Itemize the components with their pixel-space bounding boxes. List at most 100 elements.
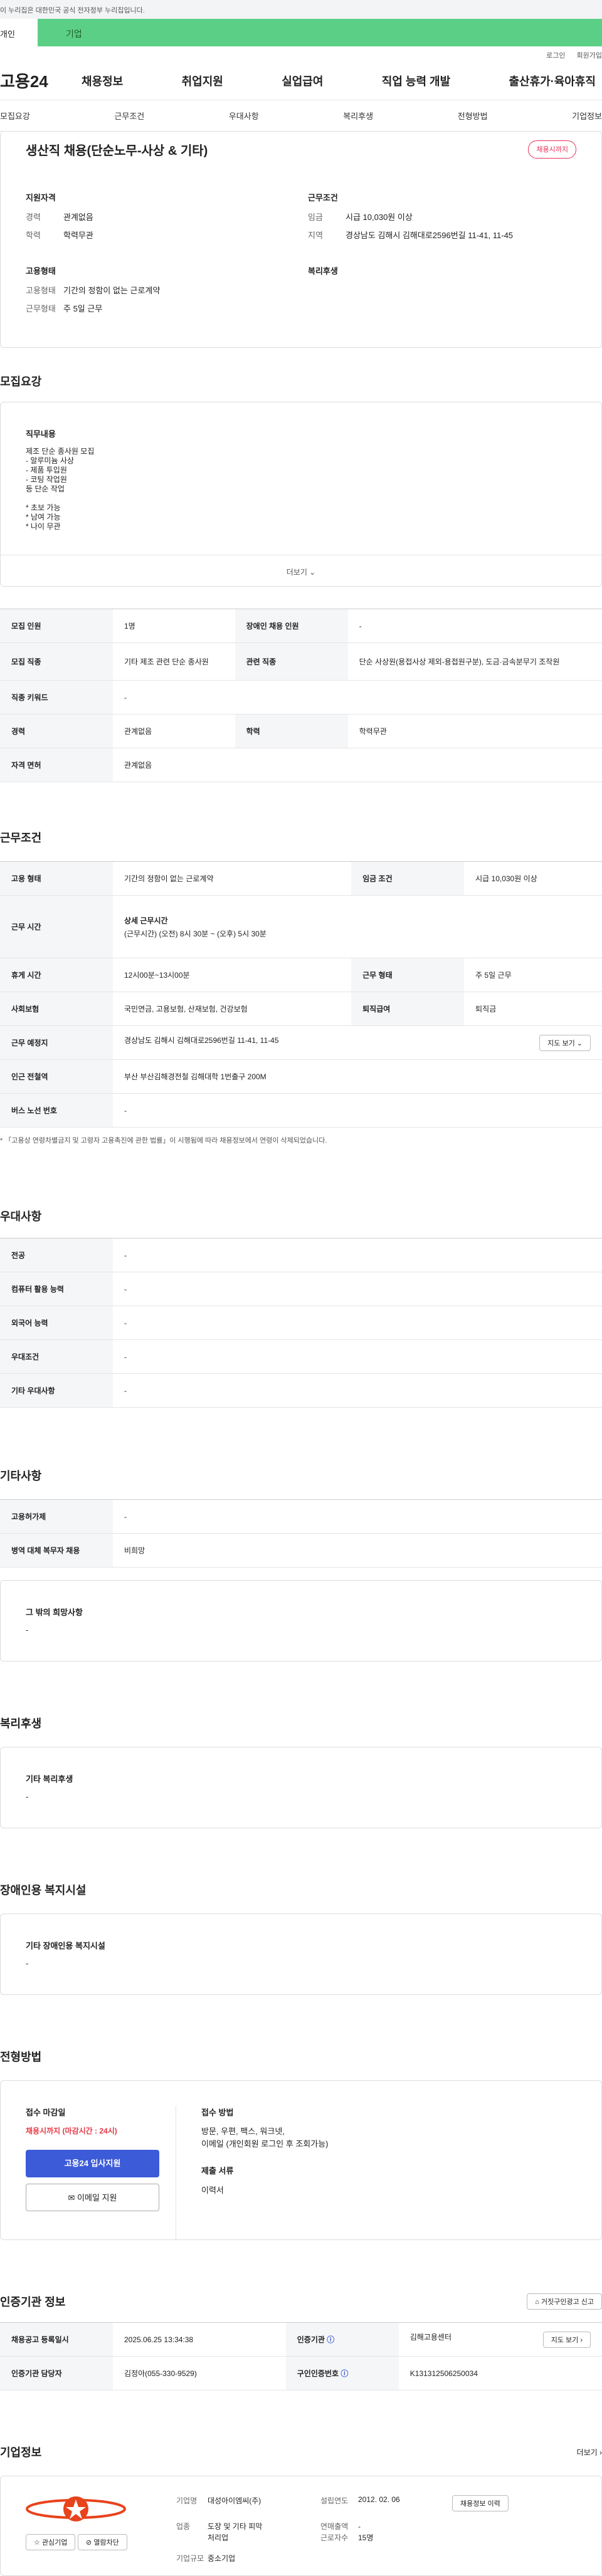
favorite-company-button[interactable]: ☆ 관심기업	[26, 2534, 76, 2550]
company-heading: 기업정보	[0, 2446, 42, 2459]
info-icon[interactable]: ⓘ	[341, 2369, 348, 2378]
process-heading: 전형방법	[0, 2051, 42, 2063]
table-row: 고용허가제 -	[0, 1499, 602, 1534]
process-card: 접수 마감일 채용시까지 (마감시간 : 24시) 고용24 입사지원 ✉ 이메…	[0, 2080, 602, 2240]
welfare-box: 기타 복리후생 -	[0, 1747, 602, 1828]
table-cell: -	[113, 1373, 602, 1408]
docs-value: 이력서	[201, 2186, 224, 2195]
duty-line: * 나이 무관	[26, 522, 61, 531]
wage-label: 임금	[308, 212, 323, 222]
edu-label: 학력	[26, 231, 41, 240]
size-label: 기업규모	[176, 2554, 204, 2563]
tab-pref[interactable]: 우대사항	[229, 110, 259, 122]
table-header-cell: 고용 형태	[0, 861, 113, 896]
tab-personal[interactable]: 개인	[0, 19, 38, 46]
table-cell: 시급 10,030원 이상	[464, 861, 602, 896]
etc-box-title: 그 밖의 희망사항	[26, 1608, 83, 1617]
condition-heading: 근무조건	[0, 832, 42, 844]
duty-card: 직무내용 제조 단순 종사원 모집 - 알루미늄 사상 - 제품 투입원 - 코…	[0, 402, 602, 587]
recruit-table: 모집 인원 1명 장애인 채용 인원 - 모집 직종 기타 제조 관련 단순 종사원 관련…	[0, 609, 602, 782]
industry-value-2: 처리업	[208, 2533, 229, 2542]
table-cell: 학력무관	[347, 714, 602, 748]
emp-title: 고용형태	[26, 266, 56, 276]
chevron-right-icon: ›	[580, 2336, 583, 2344]
map-button[interactable]: 지도 보기 ⌄	[539, 1034, 591, 1051]
etc-box: 그 밖의 희망사항 -	[0, 1580, 602, 1662]
founded-value: 2012. 02. 06	[358, 2495, 400, 2504]
table-cell: 국민연금, 고용보험, 산재보험, 건강보험	[113, 992, 352, 1026]
table-header-cell: 자격 면허	[0, 748, 113, 782]
table-header-cell: 관련 직종	[235, 642, 348, 681]
duty-title: 직무내용	[26, 429, 56, 439]
tab-company[interactable]: 기업정보	[572, 110, 602, 122]
chevron-down-icon: ⌄	[576, 1039, 583, 1047]
tab-business[interactable]: 기업	[38, 19, 602, 46]
age-note: * 「고용상 연령차별금지 및 고령자 고용촉진에 관한 법률」이 시행됨에 따…	[0, 1137, 327, 1144]
block-view-button[interactable]: ⊘ 열람차단	[78, 2534, 127, 2550]
welfare-box-value: -	[26, 1792, 29, 1801]
info-icon[interactable]: ⓘ	[327, 2335, 334, 2344]
tab-condition[interactable]: 근무조건	[114, 110, 144, 122]
table-header-cell: 퇴직급여	[351, 992, 465, 1026]
industry-label: 업종	[176, 2522, 191, 2531]
table-row: 사회보험 국민연금, 고용보험, 산재보험, 건강보험 퇴직급여 퇴직금	[0, 992, 602, 1026]
more-button[interactable]: 더보기 ⌄	[1, 555, 601, 586]
email-apply-button[interactable]: ✉ 이메일 지원	[26, 2184, 159, 2211]
company-more-link[interactable]: 더보기 ›	[577, 2447, 602, 2458]
table-header-cell: 채용공고 등록일시	[0, 2322, 113, 2357]
etc-heading: 기타사항	[0, 1470, 42, 1482]
table-cell: -	[113, 1339, 602, 1374]
table-cell: 비희망	[113, 1533, 602, 1568]
company-logo	[26, 2492, 126, 2526]
login-link[interactable]: 로그인	[546, 52, 565, 60]
report-button[interactable]: ⌂ 거짓구인광고 신고	[527, 2293, 602, 2310]
gnb-unemployment[interactable]: 실업급여	[282, 73, 323, 89]
gnb-training[interactable]: 직업 능력 개발	[382, 73, 450, 89]
table-cell: 퇴직금	[464, 992, 602, 1026]
table-cell: 상세 근무시간 (근무시간) (오전) 8시 30분 ~ (오후) 5시 30분	[113, 895, 602, 958]
pref-table: 전공 - 컴퓨터 활용 능력 - 외국어 능력 - 우대조건 - 기타 우대사항 -	[0, 1238, 602, 1408]
disabled-box: 기타 장애인용 복지시설 -	[0, 1914, 602, 1995]
table-row: 채용공고 등록일시 2025.06.25 13:34:38 인증기관 ⓘ 김해고용센터…	[0, 2322, 602, 2357]
employees-value: 15명	[358, 2533, 374, 2542]
table-row: 모집 직종 기타 제조 관련 단순 종사원 관련 직종 단순 사상원(용접사상 제외-…	[0, 642, 602, 681]
table-header-cell: 휴게 시간	[0, 958, 113, 992]
gnb-employment-support[interactable]: 취업지원	[182, 73, 223, 89]
table-row: 근무 시간 상세 근무시간 (근무시간) (오전) 8시 30분 ~ (오후) 5시…	[0, 895, 602, 958]
tab-recruit[interactable]: 모집요강	[0, 110, 30, 122]
agency-value: 김해고용센터	[409, 2332, 452, 2342]
deadline-value: 채용시까지 (마감시간 : 24시)	[26, 2127, 117, 2135]
apply-button[interactable]: 고용24 입사지원	[26, 2150, 159, 2177]
table-row: 인근 전철역 부산 부산김해경전철 김해대학 1번출구 200M	[0, 1059, 602, 1094]
chevron-down-icon: ⌄	[309, 568, 316, 577]
gnb-leave[interactable]: 출산휴가·육아휴직	[509, 73, 596, 89]
history-button[interactable]: 채용정보 이력	[452, 2495, 509, 2511]
signup-link[interactable]: 회원가입	[577, 52, 602, 60]
founded-label: 설립연도	[320, 2496, 349, 2505]
sales-label: 연매출액	[320, 2522, 349, 2531]
table-header-cell: 임금 조건	[351, 861, 465, 896]
summary-card: 생산직 채용(단순노무-사상 & 기타) 채용시까지 지원자격 경력 관계없음 학…	[0, 132, 602, 348]
tab-welfare[interactable]: 복리후생	[343, 110, 373, 122]
condition-table: 고용 형태 기간의 정함이 없는 근로계약 임금 조건 시급 10,030원 이상 근…	[0, 861, 602, 1128]
agency-map-button[interactable]: 지도 보기 ›	[542, 2331, 591, 2348]
name-label: 기업명	[176, 2496, 198, 2505]
gov-banner: 이 누리집은 대한민국 공식 전자정부 누리집입니다.	[0, 0, 602, 19]
emptype-value: 기간의 정함이 없는 근로계약	[63, 286, 161, 295]
tab-process[interactable]: 전형방법	[458, 110, 488, 122]
place-value: 경상남도 김해시 김해대로2596번길 11-41, 11-45	[124, 1035, 279, 1045]
gnb-jobs[interactable]: 채용정보	[82, 73, 123, 89]
qual-title: 지원자격	[26, 193, 56, 202]
table-header-cell: 컴퓨터 활용 능력	[0, 1272, 113, 1306]
table-row: 우대조건 -	[0, 1339, 602, 1374]
duty-line: * 남여 가능	[26, 513, 61, 521]
table-cell: -	[113, 1499, 602, 1534]
duty-line: * 초보 가능	[26, 503, 61, 512]
table-header-cell: 모집 직종	[0, 642, 113, 681]
table-cell: -	[113, 680, 602, 715]
table-row: 인증기관 담당자 김정아(055-330-9529) 구인인증번호 ⓘ K131312…	[0, 2356, 602, 2390]
logo[interactable]: 고용24	[0, 69, 82, 92]
method-title: 접수 방법	[201, 2108, 234, 2117]
method-value: 방문, 우편, 팩스, 워크넷,	[201, 2127, 285, 2136]
duty-line: - 제품 투입원	[26, 466, 67, 474]
